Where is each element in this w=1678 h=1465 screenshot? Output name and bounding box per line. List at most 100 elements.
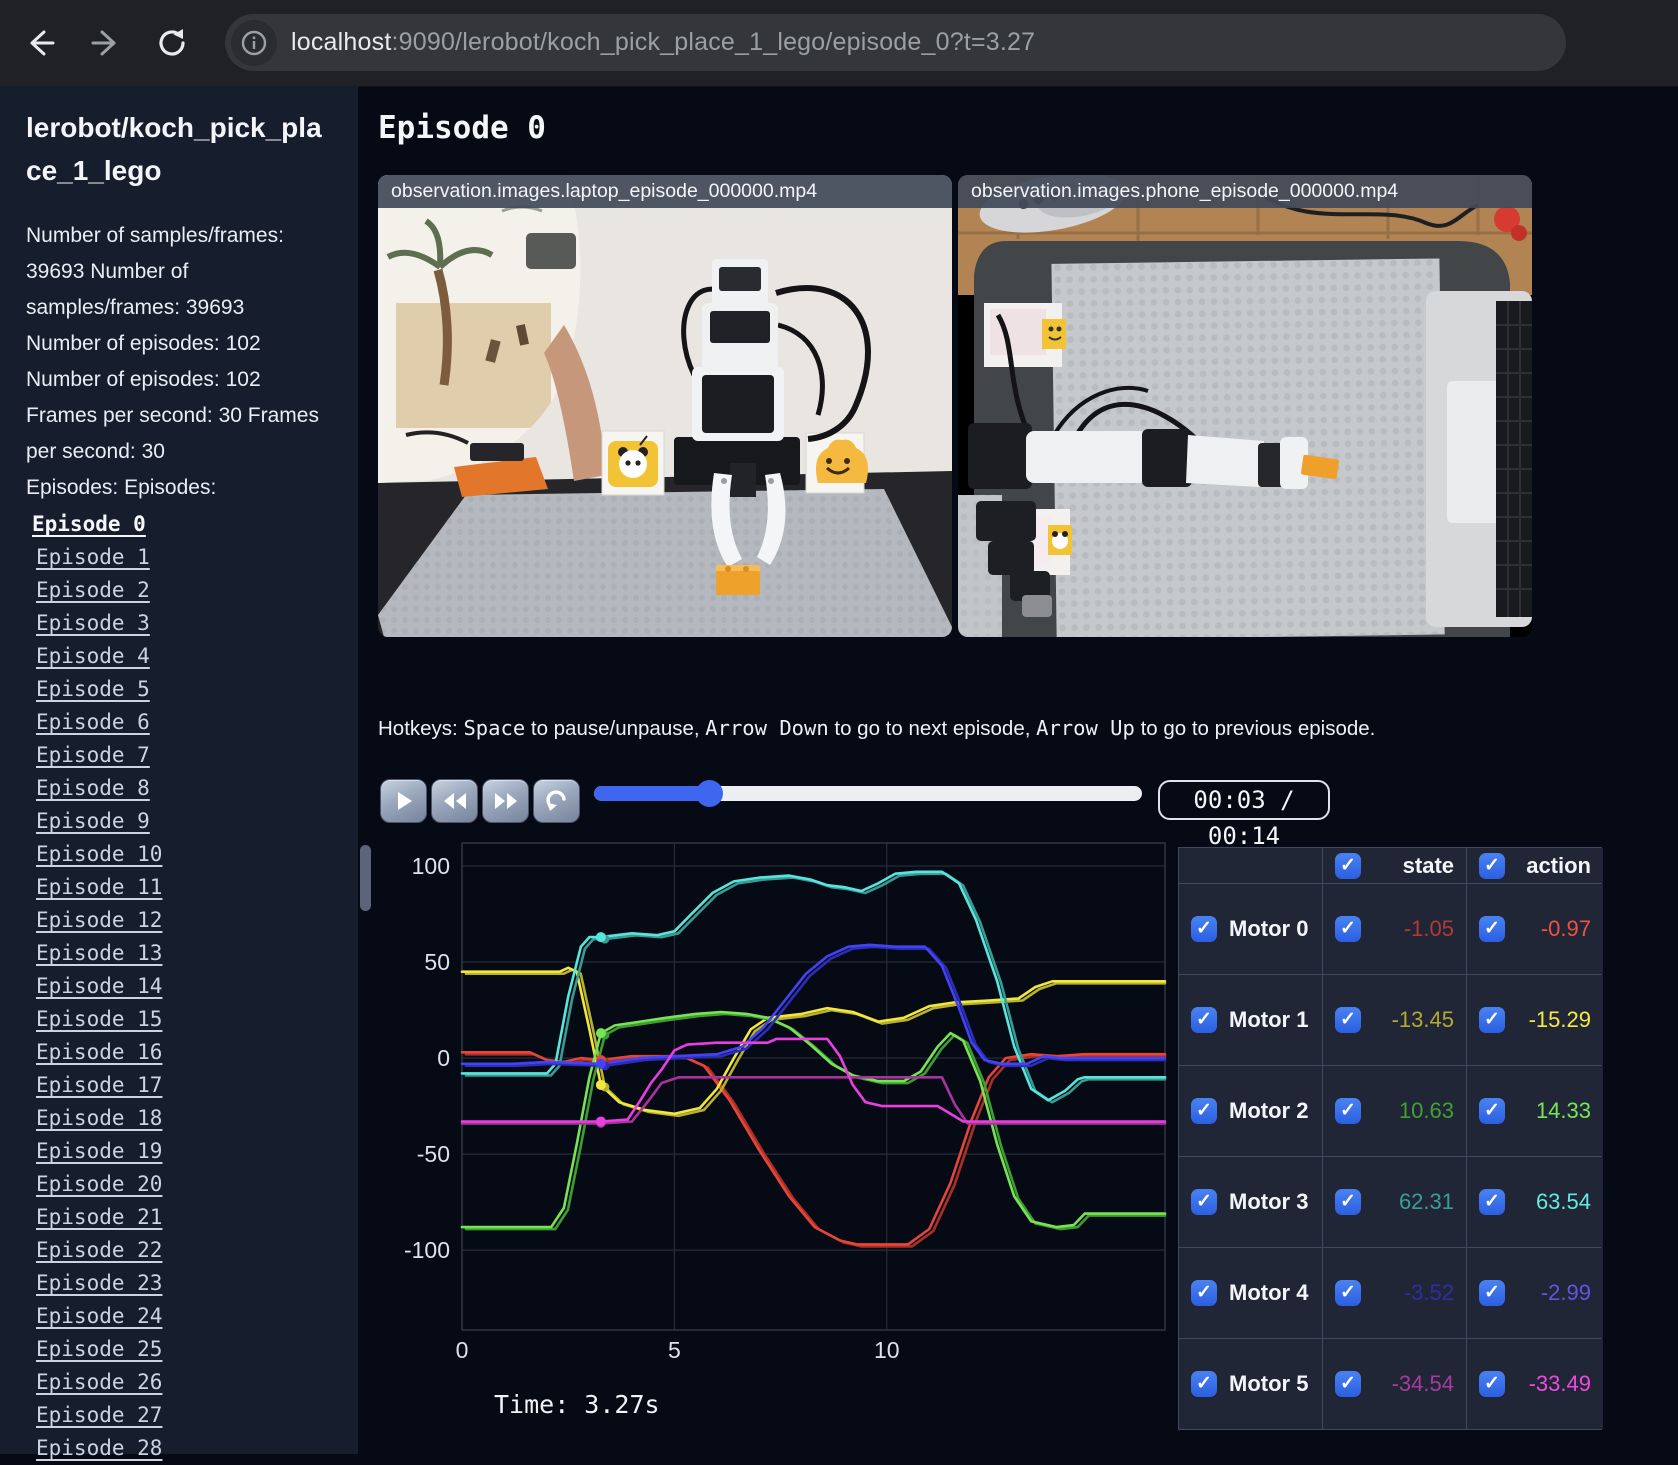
hotkeys-help: Hotkeys: Space to pause/unpause, Arrow D… [378, 716, 1376, 740]
table-cell: ✓ Motor 3 [1179, 1157, 1322, 1247]
episode-link[interactable]: Episode 18 [36, 1102, 358, 1135]
table-cell: ✓ 63.54 [1467, 1157, 1603, 1247]
sidebar: lerobot/koch_pick_place_1_lego Number of… [0, 86, 358, 1460]
motor-label: Motor 0 [1229, 916, 1309, 941]
episode-link[interactable]: Episode 26 [36, 1366, 358, 1399]
motor-action-checkbox[interactable]: ✓ [1479, 1371, 1505, 1397]
motor-action-checkbox[interactable]: ✓ [1479, 916, 1505, 942]
episode-link[interactable]: Episode 8 [36, 772, 358, 805]
motor-label: Motor 4 [1229, 1280, 1309, 1305]
episode-link[interactable]: Episode 28 [36, 1432, 358, 1465]
arrow-down-key-label: Arrow Down [705, 716, 829, 740]
motor-row-checkbox[interactable]: ✓ [1191, 1007, 1217, 1033]
motor-state-checkbox[interactable]: ✓ [1335, 1280, 1361, 1306]
seek-slider[interactable] [594, 780, 1142, 807]
fast-forward-button[interactable] [482, 779, 529, 823]
episode-link[interactable]: Episode 14 [36, 970, 358, 1003]
episode-link[interactable]: Episode 3 [36, 607, 358, 640]
episode-link[interactable]: Episode 16 [36, 1036, 358, 1069]
site-info-icon[interactable] [231, 19, 277, 66]
episode-link[interactable]: Episode 23 [36, 1267, 358, 1300]
episode-link[interactable]: Episode 21 [36, 1201, 358, 1234]
address-bar[interactable]: localhost:9090/lerobot/koch_pick_place_1… [225, 14, 1566, 71]
episode-link[interactable]: Episode 15 [36, 1003, 358, 1036]
episode-list: Episode 0 Episode 1 Episode 2 Episode 3 Epis… [32, 508, 358, 1465]
episode-link[interactable]: Episode 25 [36, 1333, 358, 1366]
play-button[interactable] [380, 779, 427, 823]
table-cell: ✓ -1.05 [1323, 884, 1466, 974]
forward-icon[interactable] [84, 21, 128, 65]
table-cell: ✓ -34.54 [1323, 1339, 1466, 1429]
rewind-button[interactable] [431, 779, 478, 823]
arrow-up-key-label: Arrow Up [1036, 716, 1135, 740]
episode-link[interactable]: Episode 7 [36, 739, 358, 772]
episode-link[interactable]: Episode 27 [36, 1399, 358, 1432]
episode-link[interactable]: Episode 6 [36, 706, 358, 739]
table-cell: ✓ Motor 2 [1179, 1066, 1322, 1156]
motor-state-value: 10.63 [1398, 1098, 1454, 1123]
motor-action-checkbox[interactable]: ✓ [1479, 1189, 1505, 1215]
episode-link[interactable]: Episode 19 [36, 1135, 358, 1168]
motor-row-checkbox[interactable]: ✓ [1191, 1280, 1217, 1306]
table-cell [1179, 848, 1322, 883]
motor-row-checkbox[interactable]: ✓ [1191, 1098, 1217, 1124]
svg-text:0: 0 [437, 1045, 450, 1071]
loop-button[interactable] [533, 779, 580, 823]
motor-state-value: 62.31 [1398, 1189, 1454, 1214]
motor-action-checkbox[interactable]: ✓ [1479, 1098, 1505, 1124]
svg-text:5: 5 [668, 1337, 681, 1363]
motor-state-checkbox[interactable]: ✓ [1335, 1007, 1361, 1033]
video-phone-title: observation.images.phone_episode_000000.… [958, 175, 1532, 208]
main-content: Episode 0 observation.images.laptop_epis… [358, 86, 1678, 1454]
video-phone-frame [958, 175, 1532, 637]
video-laptop-title: observation.images.laptop_episode_000000… [378, 175, 952, 208]
motor-action-checkbox[interactable]: ✓ [1479, 1007, 1505, 1033]
episode-link[interactable]: Episode 24 [36, 1300, 358, 1333]
motor-state-checkbox[interactable]: ✓ [1335, 1098, 1361, 1124]
episode-link[interactable]: Episode 2 [36, 574, 358, 607]
episode-link[interactable]: Episode 5 [36, 673, 358, 706]
motor-state-checkbox[interactable]: ✓ [1335, 916, 1361, 942]
episode-link[interactable]: Episode 12 [36, 904, 358, 937]
time-display: 00:03 / 00:14 [1158, 780, 1330, 850]
table-cell: ✓ 14.33 [1467, 1066, 1603, 1156]
rewind-icon [443, 793, 466, 809]
table-cell: ✓ -0.97 [1467, 884, 1603, 974]
space-key-label: Space [463, 716, 526, 740]
episode-link[interactable]: Episode 1 [36, 541, 358, 574]
motor-action-value: -33.49 [1528, 1371, 1591, 1396]
episode-link[interactable]: Episode 22 [36, 1234, 358, 1267]
motor-row-checkbox[interactable]: ✓ [1191, 1371, 1217, 1397]
loop-icon [545, 790, 566, 811]
seek-slider-thumb[interactable] [696, 780, 724, 807]
motor-row-checkbox[interactable]: ✓ [1191, 1189, 1217, 1215]
motor-state-checkbox[interactable]: ✓ [1335, 1371, 1361, 1397]
video-laptop[interactable]: observation.images.laptop_episode_000000… [378, 175, 952, 637]
episode-link[interactable]: Episode 0 [32, 508, 358, 541]
motor-action-checkbox[interactable]: ✓ [1479, 1280, 1505, 1306]
back-icon[interactable] [18, 21, 62, 65]
episode-link[interactable]: Episode 4 [36, 640, 358, 673]
motor-state-checkbox[interactable]: ✓ [1335, 1189, 1361, 1215]
state-column-checkbox[interactable]: ✓ [1335, 852, 1361, 879]
svg-text:-100: -100 [404, 1237, 450, 1263]
url-text: localhost:9090/lerobot/koch_pick_place_1… [291, 28, 1036, 56]
episode-link[interactable]: Episode 11 [36, 871, 358, 904]
state-column-header: state [1402, 852, 1454, 878]
motor-chart: 100 50 0 -50 -100 0 5 10 [378, 836, 1178, 1377]
action-column-checkbox[interactable]: ✓ [1479, 852, 1505, 879]
table-cell: ✓ Motor 1 [1179, 975, 1322, 1065]
episode-link[interactable]: Episode 10 [36, 838, 358, 871]
episode-link[interactable]: Episode 9 [36, 805, 358, 838]
reload-icon[interactable] [150, 21, 194, 65]
svg-text:0: 0 [456, 1337, 469, 1363]
motor-label: Motor 5 [1229, 1371, 1309, 1396]
current-time-label: Time: 3.27s [494, 1390, 660, 1419]
episode-link[interactable]: Episode 20 [36, 1168, 358, 1201]
motor-row-checkbox[interactable]: ✓ [1191, 916, 1217, 942]
video-phone[interactable]: observation.images.phone_episode_000000.… [958, 175, 1532, 637]
episode-link[interactable]: Episode 17 [36, 1069, 358, 1102]
table-cell: ✓ 10.63 [1323, 1066, 1466, 1156]
table-cell: ✓ 62.31 [1323, 1157, 1466, 1247]
episode-link[interactable]: Episode 13 [36, 937, 358, 970]
